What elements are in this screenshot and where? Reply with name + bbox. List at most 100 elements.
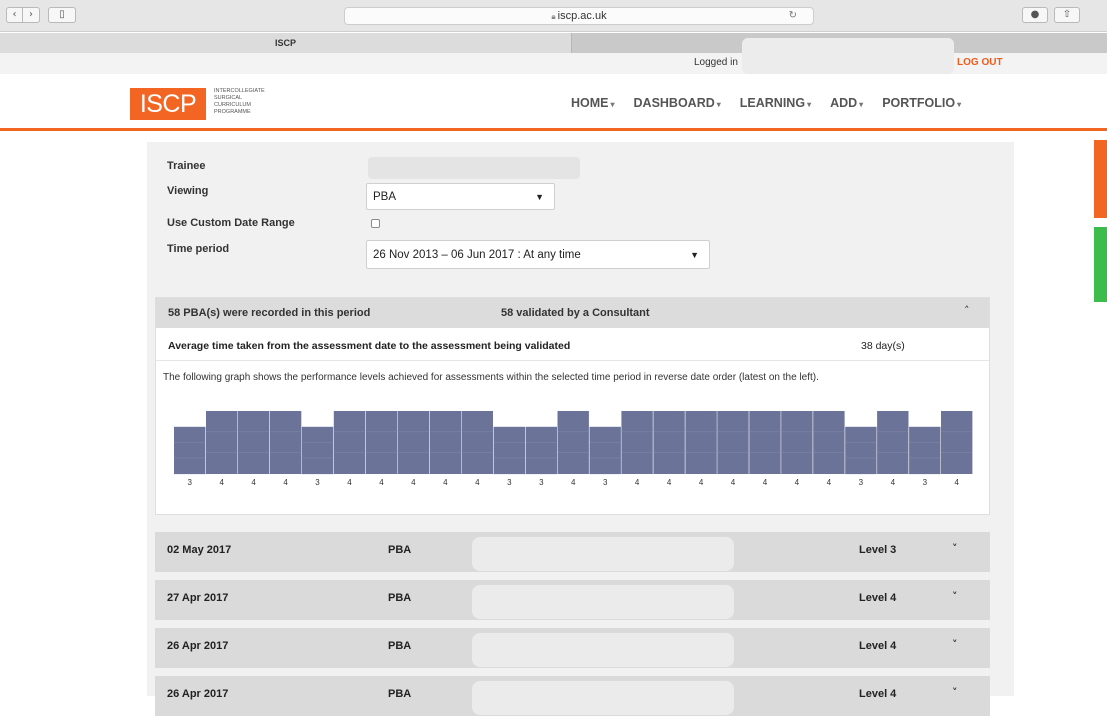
nav-home[interactable]: HOME ▾ [571, 96, 615, 110]
chevron-up-icon[interactable]: ˄ [964, 304, 970, 317]
record-details-redacted [472, 585, 734, 619]
chart-bar [525, 426, 557, 475]
share-icon[interactable]: ⇧ [1054, 7, 1080, 23]
chart-data-label: 4 [827, 478, 832, 487]
record-date: 02 May 2017 [167, 544, 232, 556]
caret-down-icon: ▾ [716, 100, 721, 109]
summary-header[interactable]: 58 PBA(s) were recorded in this period 5… [156, 298, 989, 328]
record-row[interactable]: 02 May 2017 PBA Level 3 ˅ [155, 532, 990, 572]
browser-toolbar: ‹ › ▯ 🔒︎ iscp.ac.uk ↻ ● ⇧ [0, 0, 1107, 32]
recorded-count: 58 PBA(s) were recorded in this period [168, 307, 371, 319]
record-date: 26 Apr 2017 [167, 688, 229, 700]
iscp-logo[interactable]: ISCP [130, 88, 206, 120]
side-tab-green[interactable] [1094, 227, 1107, 302]
chart-data-label: 3 [539, 478, 544, 487]
logo-tagline: INTERCOLLEGIATE SURGICAL CURRICULUM PROG… [214, 88, 265, 115]
average-time-row: Average time taken from the assessment d… [156, 328, 989, 361]
record-level: Level 4 [859, 688, 897, 700]
chart-bar [941, 411, 973, 474]
viewing-label: Viewing [167, 185, 209, 197]
chart-bar [206, 411, 238, 474]
caret-down-icon: ▾ [807, 100, 812, 109]
record-details-redacted [472, 681, 734, 715]
nav-learning[interactable]: LEARNING ▾ [740, 96, 811, 110]
record-date: 27 Apr 2017 [167, 592, 229, 604]
chart-bar [461, 411, 493, 474]
chart-data-label: 4 [443, 478, 448, 487]
address-bar[interactable]: 🔒︎ iscp.ac.uk ↻ [344, 7, 814, 25]
chart-bar [269, 411, 302, 474]
chart-bar [717, 411, 749, 474]
chevron-down-icon[interactable]: ˅ [952, 590, 958, 603]
side-tab-orange[interactable] [1094, 140, 1107, 218]
download-icon[interactable]: ● [1022, 7, 1048, 23]
chart-data-label: 4 [667, 478, 672, 487]
viewing-select[interactable]: PBA ▼ [366, 183, 555, 210]
chart-bar [685, 411, 717, 474]
username-redacted [742, 38, 954, 74]
chart-data-label: 3 [603, 478, 608, 487]
chevron-down-icon[interactable]: ˅ [952, 638, 958, 651]
average-time-label: Average time taken from the assessment d… [168, 340, 571, 352]
chart-data-label: 4 [571, 478, 576, 487]
chart-bar [877, 411, 909, 474]
chart-data-label: 3 [859, 478, 864, 487]
url-text: iscp.ac.uk [557, 10, 607, 22]
validated-count: 58 validated by a Consultant [501, 307, 650, 319]
record-level: Level 3 [859, 544, 897, 556]
browser-tab[interactable]: ISCP [0, 33, 572, 53]
back-icon[interactable]: ‹ [6, 7, 23, 23]
summary-card: 58 PBA(s) were recorded in this period 5… [155, 297, 990, 515]
chart-data-label: 4 [699, 478, 704, 487]
lock-icon: 🔒︎ [551, 12, 556, 21]
caret-down-icon: ▾ [957, 100, 962, 109]
record-type: PBA [388, 592, 412, 604]
chart-bar [429, 411, 462, 474]
chart-bar [301, 426, 334, 475]
forward-icon[interactable]: › [23, 7, 40, 23]
chart-data-label: 3 [507, 478, 512, 487]
record-row[interactable]: 27 Apr 2017 PBA Level 4 ˅ [155, 580, 990, 620]
time-period-select[interactable]: 26 Nov 2013 – 06 Jun 2017 : At any time … [366, 240, 710, 269]
chart-data-label: 4 [411, 478, 416, 487]
chart-bar [557, 411, 589, 474]
sidebar-icon[interactable]: ▯ [48, 7, 76, 23]
trainee-label: Trainee [167, 160, 206, 172]
logout-link[interactable]: LOG OUT [957, 57, 1003, 68]
chart-bar [237, 411, 270, 474]
nav-add[interactable]: ADD ▾ [830, 96, 863, 110]
nav-dashboard[interactable]: DASHBOARD ▾ [634, 96, 721, 110]
trainee-name-redacted [368, 157, 580, 179]
custom-range-checkbox[interactable] [371, 219, 380, 228]
chart-data-label: 4 [379, 478, 384, 487]
chart-bar [333, 411, 366, 474]
record-row[interactable]: 26 Apr 2017 PBA Level 4 ˅ [155, 676, 990, 716]
chart-data-label: 4 [763, 478, 768, 487]
chart-data-label: 4 [795, 478, 800, 487]
site-header: ISCP INTERCOLLEGIATE SURGICAL CURRICULUM… [0, 74, 1107, 131]
chevron-down-icon[interactable]: ˅ [952, 542, 958, 555]
chart-data-label: 4 [475, 478, 480, 487]
record-type: PBA [388, 640, 412, 652]
chart-data-label: 4 [954, 478, 959, 487]
reload-icon[interactable]: ↻ [789, 8, 797, 24]
performance-bar-chart: 3 4 4 4 3 4 4 4 4 4 3 3 4 3 4 4 4 4 4 4 4 3 4 3 4 [174, 411, 973, 487]
chart-bar [653, 411, 685, 474]
record-row[interactable]: 26 Apr 2017 PBA Level 4 ˅ [155, 628, 990, 668]
time-period-label: Time period [167, 243, 230, 255]
main-nav: HOME ▾ DASHBOARD ▾ LEARNING ▾ ADD ▾ PORTFOLI… [571, 96, 980, 110]
graph-description: The following graph shows the performanc… [163, 372, 819, 383]
caret-down-icon: ▾ [610, 100, 615, 109]
nav-portfolio[interactable]: PORTFOLIO ▾ [882, 96, 961, 110]
chart-data-label: 3 [315, 478, 320, 487]
chart-data-label: 3 [187, 478, 192, 487]
chart-bar [781, 411, 813, 474]
chart-bar [749, 411, 781, 474]
record-level: Level 4 [859, 592, 897, 604]
record-level: Level 4 [859, 640, 897, 652]
chart-data-label: 4 [283, 478, 288, 487]
caret-down-icon: ▾ [859, 100, 864, 109]
record-date: 26 Apr 2017 [167, 640, 229, 652]
chevron-down-icon[interactable]: ˅ [952, 686, 958, 699]
chart-bar [174, 426, 206, 475]
